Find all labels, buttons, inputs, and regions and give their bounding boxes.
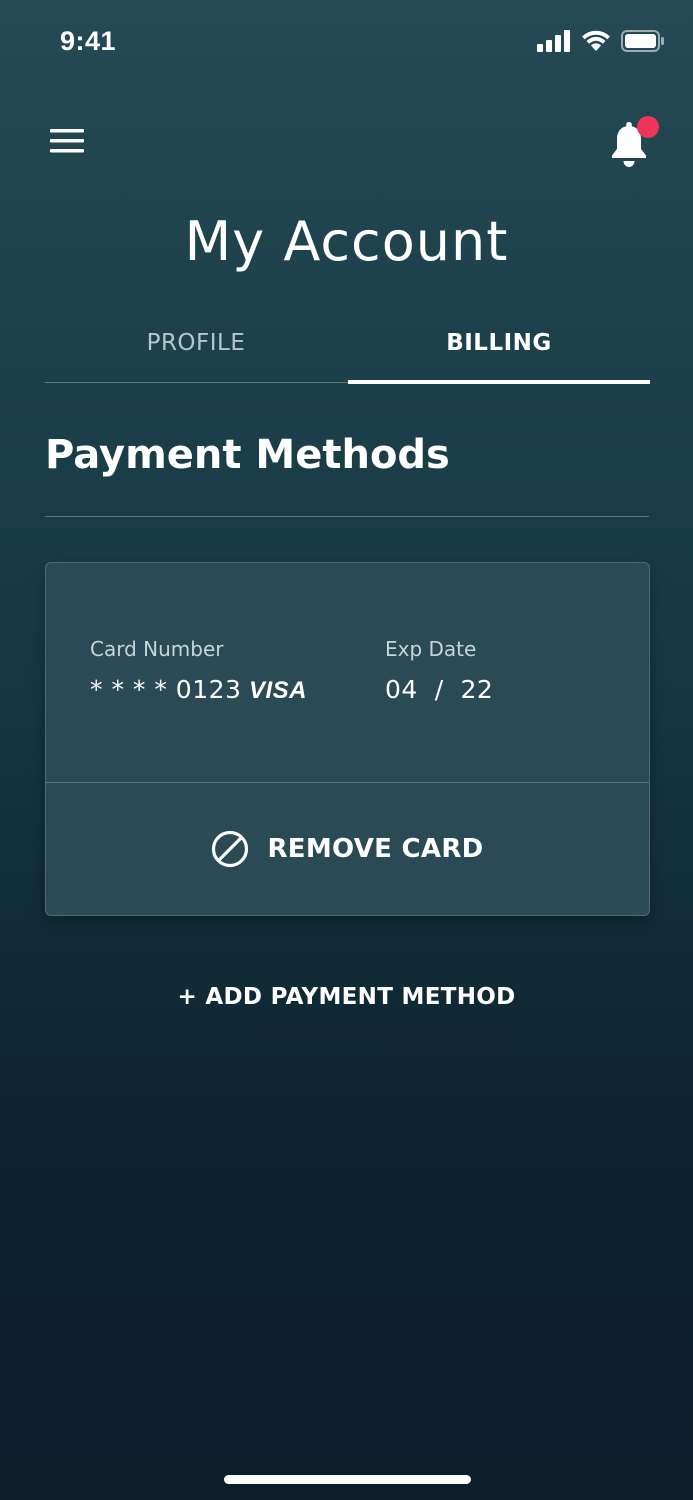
tab-profile[interactable]: PROFILE xyxy=(45,330,347,384)
tab-bar: PROFILE BILLING xyxy=(45,330,650,384)
remove-card-button[interactable]: REMOVE CARD xyxy=(46,783,649,915)
home-indicator xyxy=(224,1475,471,1484)
remove-card-label: REMOVE CARD xyxy=(267,834,484,864)
page-title: My Account xyxy=(184,210,509,273)
signal-icon xyxy=(537,30,570,52)
status-time: 9:41 xyxy=(60,26,117,56)
payment-card: Card Number * * * * 0123 VISA Exp Date 0… xyxy=(45,562,650,916)
card-number-label: Card Number xyxy=(90,637,224,661)
status-icons xyxy=(537,30,665,52)
section-divider xyxy=(45,516,649,517)
wifi-icon xyxy=(582,30,610,51)
notifications-button[interactable] xyxy=(607,112,663,168)
notification-badge xyxy=(637,116,659,138)
add-payment-method-button[interactable]: + ADD PAYMENT METHOD xyxy=(0,984,693,1010)
menu-icon xyxy=(50,129,84,153)
remove-circle-icon xyxy=(212,830,249,868)
battery-icon xyxy=(621,30,664,52)
card-number-value: * * * * 0123 xyxy=(90,675,242,704)
exp-date-label: Exp Date xyxy=(385,637,477,661)
active-tab-indicator xyxy=(348,380,650,384)
tab-billing[interactable]: BILLING xyxy=(348,330,650,384)
visa-logo: VISA xyxy=(249,677,308,704)
exp-date-value: 04 / 22 xyxy=(385,675,494,704)
section-title: Payment Methods xyxy=(45,432,450,478)
menu-button[interactable] xyxy=(50,128,84,154)
